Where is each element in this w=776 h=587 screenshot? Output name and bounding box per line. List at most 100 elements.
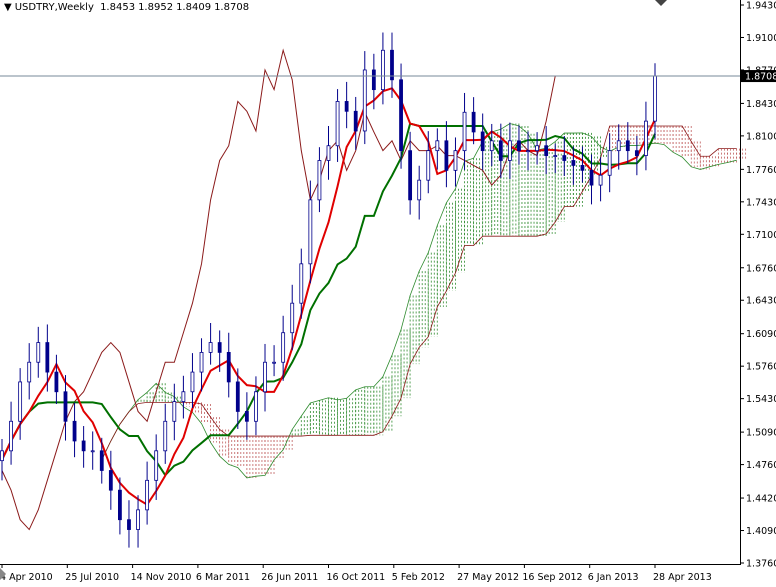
candle-body bbox=[290, 302, 295, 334]
price-tick-label: 1.5090 bbox=[746, 428, 776, 439]
price-tick-label: 1.6430 bbox=[746, 296, 776, 307]
price-tick-label: 1.4090 bbox=[746, 526, 776, 537]
candle-body bbox=[235, 381, 240, 412]
price-tick-label: 1.5760 bbox=[746, 362, 776, 373]
time-tick-label: 16 Oct 2011 bbox=[327, 572, 386, 583]
candle-body bbox=[507, 140, 512, 161]
candle-body bbox=[208, 342, 213, 353]
candle-body bbox=[317, 160, 322, 201]
price-tick-label: 1.8430 bbox=[746, 99, 776, 110]
candle-body bbox=[18, 381, 23, 422]
candle-body bbox=[90, 450, 95, 453]
candle-body bbox=[480, 131, 485, 152]
candle-body bbox=[145, 479, 150, 511]
candle-body bbox=[127, 519, 131, 530]
candle-body bbox=[154, 450, 159, 481]
candle-body bbox=[190, 371, 195, 393]
candle-body bbox=[471, 111, 476, 133]
time-tick-label: 25 Jul 2010 bbox=[65, 572, 119, 583]
candle-body bbox=[36, 342, 41, 363]
candle-body bbox=[45, 342, 50, 373]
candle-body bbox=[498, 140, 503, 161]
candle-body bbox=[544, 145, 549, 156]
time-tick-label: 27 May 2012 bbox=[457, 572, 519, 583]
indicator-lines bbox=[1, 48, 737, 531]
price-tick-label: 1.7100 bbox=[746, 230, 776, 241]
price-tick-label: 1.5430 bbox=[746, 394, 776, 405]
price-tick-label: 1.9430 bbox=[746, 1, 776, 12]
candle-body bbox=[72, 420, 77, 442]
candle-body bbox=[272, 361, 276, 364]
price-tick-label: 1.4420 bbox=[746, 494, 776, 505]
candle-body bbox=[63, 391, 68, 422]
shift-marker-icon[interactable] bbox=[655, 0, 667, 6]
candle-body bbox=[489, 140, 494, 152]
candle-body bbox=[444, 140, 449, 171]
candle-body bbox=[553, 155, 558, 157]
price-tick-label: 1.8100 bbox=[746, 131, 776, 142]
candle-body bbox=[526, 150, 530, 153]
time-tick-label: 14 Nov 2010 bbox=[131, 572, 192, 583]
current-price-label: 1.8708 bbox=[745, 72, 776, 83]
price-tick-label: 1.7430 bbox=[746, 197, 776, 208]
candle-body bbox=[607, 150, 612, 176]
candle-body bbox=[99, 450, 104, 471]
candle-body bbox=[426, 150, 431, 181]
price-tick-label: 1.6760 bbox=[746, 263, 776, 274]
candle-body bbox=[108, 470, 113, 491]
candles bbox=[0, 32, 657, 548]
time-tick-label: 28 Apr 2013 bbox=[653, 572, 712, 583]
candle-body bbox=[81, 440, 86, 452]
time-tick-label: 6 Mar 2011 bbox=[196, 572, 250, 583]
candle-body bbox=[335, 101, 340, 147]
candle-body bbox=[254, 391, 258, 422]
candle-body bbox=[653, 75, 657, 122]
candle-body bbox=[362, 69, 367, 132]
time-tick-label: 26 Jun 2011 bbox=[261, 572, 318, 583]
candle-body bbox=[181, 391, 186, 403]
candle-body bbox=[344, 101, 349, 112]
candle-body bbox=[217, 342, 222, 353]
candle-body bbox=[281, 332, 286, 363]
candle-body bbox=[589, 169, 594, 186]
candle-body bbox=[27, 361, 32, 383]
candle-body bbox=[54, 371, 59, 393]
candle-body bbox=[353, 110, 358, 132]
price-tick-label: 1.4760 bbox=[746, 460, 776, 471]
time-tick-label: 6 Jan 2013 bbox=[588, 572, 639, 583]
price-chart[interactable]: 1.94301.91001.87701.84301.81001.77601.74… bbox=[0, 0, 776, 587]
candle-body bbox=[163, 420, 168, 452]
price-tick-label: 1.3760 bbox=[746, 559, 776, 570]
candle-body bbox=[381, 49, 385, 91]
candle-body bbox=[517, 140, 521, 152]
price-tick-label: 1.7760 bbox=[746, 165, 776, 176]
candle-body bbox=[399, 79, 403, 152]
candle-body bbox=[616, 140, 621, 152]
candle-body bbox=[118, 489, 122, 521]
candle-body bbox=[453, 150, 458, 171]
candle-body bbox=[598, 174, 603, 186]
candle-body bbox=[244, 411, 249, 422]
candle-body bbox=[299, 263, 304, 304]
candle-body bbox=[571, 160, 576, 166]
candle-body bbox=[435, 140, 440, 152]
time-axis: 4 Apr 2010 25 Jul 2010 14 Nov 2010 6 Mar 20… bbox=[0, 564, 712, 583]
candle-body bbox=[580, 165, 585, 171]
ichimoku-cloud bbox=[137, 123, 747, 478]
candle-body bbox=[9, 420, 13, 452]
candle-body bbox=[371, 69, 376, 91]
candle-body bbox=[644, 120, 648, 156]
price-axis: 1.94301.91001.87701.84301.81001.77601.74… bbox=[740, 1, 776, 570]
candle-body bbox=[562, 155, 567, 161]
candle-body bbox=[417, 179, 422, 201]
candle-body bbox=[462, 111, 467, 152]
candle-body bbox=[535, 145, 539, 152]
candle-body bbox=[625, 140, 630, 152]
candle-body bbox=[390, 49, 394, 81]
time-tick-label: 4 Apr 2010 bbox=[0, 572, 53, 583]
candle-body bbox=[308, 199, 313, 265]
time-tick-label: 5 Feb 2012 bbox=[392, 572, 445, 583]
candle-body bbox=[0, 450, 4, 462]
candle-body bbox=[172, 401, 177, 422]
candle-body bbox=[634, 150, 639, 156]
